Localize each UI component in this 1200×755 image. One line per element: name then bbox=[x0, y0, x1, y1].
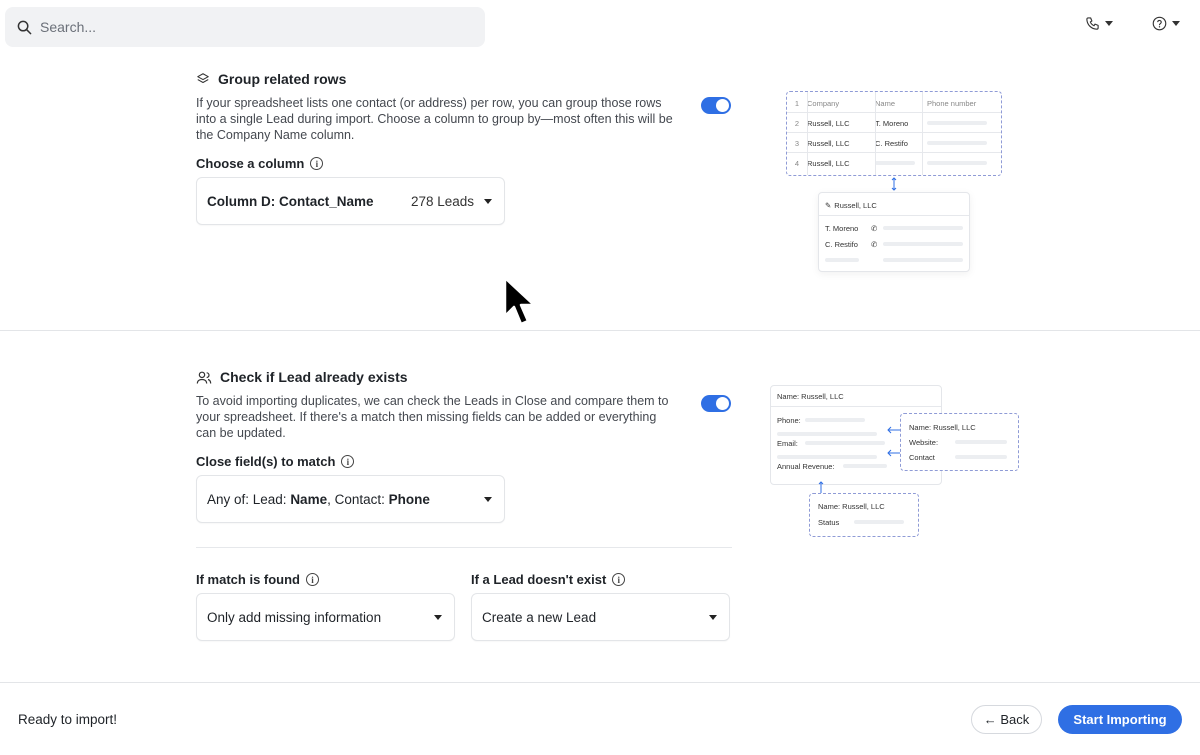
group-rows-section: Group related rows If your spreadsheet l… bbox=[0, 52, 1200, 330]
match-prefix: Any of: Lead: bbox=[207, 491, 291, 507]
lead-preview-name: Russell, LLC bbox=[834, 200, 877, 210]
check-exists-title: Check if Lead already exists bbox=[220, 369, 408, 385]
check-exists-illustration: Name: Russell, LLC Phone: Email: Annual … bbox=[770, 385, 1020, 540]
row-company: Russell, LLC bbox=[807, 138, 850, 148]
column-select[interactable]: Column D: Contact_Name 278 Leads bbox=[196, 177, 505, 225]
if-found-select[interactable]: Only add missing information bbox=[196, 593, 455, 641]
phone-icon: ✆ bbox=[871, 223, 878, 233]
check-exists-section: Check if Lead already exists To avoid im… bbox=[0, 331, 1200, 681]
merged-lead-field: Status bbox=[818, 513, 904, 531]
match-field-name: Name bbox=[290, 491, 328, 507]
group-rows-illustration: 1 Company Name Phone number 2 Russell, L… bbox=[786, 91, 1002, 323]
sheet-field-row: Annual Revenue: bbox=[777, 457, 887, 475]
spreadsheet-header-row: 1 Company Name Phone number bbox=[787, 94, 1003, 112]
match-field-phone: Phone bbox=[388, 491, 430, 507]
sheet-record-name: Name: Russell, LLC bbox=[777, 391, 844, 401]
info-icon[interactable]: i bbox=[612, 573, 626, 586]
chevron-down-icon bbox=[709, 614, 717, 620]
close-lead-field: Contact bbox=[909, 448, 1007, 466]
header-name: Name bbox=[875, 98, 896, 108]
contact-name: C. Restifo bbox=[825, 239, 858, 249]
group-rows-heading: Group related rows bbox=[196, 71, 346, 87]
if-found-label: If match is found i bbox=[196, 572, 319, 587]
row-num: 4 bbox=[794, 158, 800, 168]
phone-menu[interactable] bbox=[1085, 16, 1113, 31]
choose-column-label-text: Choose a column bbox=[196, 156, 305, 171]
inner-divider bbox=[196, 547, 732, 548]
row-company: Russell, LLC bbox=[807, 158, 850, 168]
info-icon[interactable]: i bbox=[306, 573, 319, 586]
choose-column-label: Choose a column i bbox=[196, 156, 324, 171]
match-mid: , Contact: bbox=[327, 491, 389, 507]
import-status: Ready to import! bbox=[18, 712, 118, 727]
check-exists-description: To avoid importing duplicates, we can ch… bbox=[196, 394, 669, 440]
spreadsheet-row: 3 Russell, LLC C. Restifo bbox=[787, 134, 987, 152]
contact-name: T. Moreno bbox=[825, 223, 859, 233]
lead-preview-title: ✎ Russell, LLC bbox=[825, 200, 877, 210]
phone-icon bbox=[1086, 17, 1099, 30]
info-icon[interactable]: i bbox=[310, 157, 324, 170]
spreadsheet-preview: 1 Company Name Phone number 2 Russell, L… bbox=[786, 91, 1002, 176]
users-icon bbox=[196, 371, 212, 384]
match-fields-value: Any of: Lead: Name, Contact: Phone bbox=[207, 492, 474, 507]
header-company: Company bbox=[807, 98, 840, 108]
chevron-down-icon bbox=[434, 614, 442, 620]
lead-preview-card: ✎ Russell, LLC T. Moreno ✆ C. Restifo ✆ bbox=[818, 192, 970, 272]
column-select-value: Column D: Contact_Name bbox=[207, 193, 374, 209]
help-menu[interactable] bbox=[1152, 16, 1180, 31]
row-num: 1 bbox=[794, 98, 800, 108]
search-input[interactable] bbox=[40, 19, 460, 35]
if-not-exist-label-text: If a Lead doesn't exist bbox=[471, 572, 607, 587]
back-button[interactable]: ← Back bbox=[971, 705, 1042, 734]
if-found-value: Only add missing information bbox=[207, 609, 382, 625]
match-fields-select[interactable]: Any of: Lead: Name, Contact: Phone bbox=[196, 475, 505, 523]
if-not-exist-label: If a Lead doesn't exist i bbox=[471, 572, 626, 587]
chevron-down-icon bbox=[484, 198, 492, 204]
if-found-label-text: If match is found bbox=[196, 572, 300, 587]
footer-bar: Ready to import! ← Back Start Importing bbox=[0, 682, 1200, 755]
start-importing-button[interactable]: Start Importing bbox=[1058, 705, 1182, 734]
merged-lead-card: Name: Russell, LLC Status bbox=[809, 493, 919, 537]
chevron-down-icon bbox=[484, 496, 492, 502]
close-lead-field-label: Contact bbox=[909, 452, 935, 462]
layers-icon bbox=[197, 73, 209, 84]
chevron-down-icon bbox=[1105, 21, 1113, 26]
mouse-cursor-icon bbox=[503, 276, 536, 326]
spreadsheet-row: 4 Russell, LLC bbox=[787, 154, 987, 172]
arrow-icon bbox=[891, 177, 897, 191]
row-num: 2 bbox=[794, 118, 800, 128]
row-name: C. Restifo bbox=[875, 138, 908, 148]
group-rows-toggle[interactable] bbox=[701, 97, 731, 114]
check-exists-heading: Check if Lead already exists bbox=[196, 369, 408, 385]
group-rows-title: Group related rows bbox=[218, 71, 347, 87]
check-exists-toggle[interactable] bbox=[701, 395, 731, 412]
top-bar bbox=[0, 0, 1200, 52]
if-not-exist-select[interactable]: Create a new Lead bbox=[471, 593, 730, 641]
row-num: 3 bbox=[794, 138, 800, 148]
search-icon bbox=[17, 20, 32, 34]
info-icon[interactable]: i bbox=[341, 455, 355, 468]
chevron-down-icon bbox=[1172, 21, 1180, 26]
header-phone: Phone number bbox=[927, 98, 977, 108]
row-name: T. Moreno bbox=[875, 118, 909, 128]
close-lead-field-label: Website: bbox=[909, 437, 939, 447]
merged-lead-field-label: Status bbox=[818, 517, 840, 527]
sheet-field-label: Annual Revenue: bbox=[777, 461, 835, 471]
close-lead-card: Name: Russell, LLC Website: Contact bbox=[900, 413, 1019, 471]
help-icon bbox=[1152, 16, 1167, 31]
row-company: Russell, LLC bbox=[807, 118, 850, 128]
phone-icon: ✆ bbox=[871, 239, 878, 249]
column-lead-count: 278 Leads bbox=[410, 193, 474, 209]
search-box[interactable] bbox=[5, 7, 485, 47]
match-fields-label: Close field(s) to match i bbox=[196, 454, 355, 469]
group-rows-description: If your spreadsheet lists one contact (o… bbox=[196, 96, 673, 142]
spreadsheet-row: 2 Russell, LLC T. Moreno bbox=[787, 114, 987, 132]
match-fields-label-text: Close field(s) to match bbox=[196, 454, 336, 469]
if-not-exist-value: Create a new Lead bbox=[482, 609, 597, 625]
